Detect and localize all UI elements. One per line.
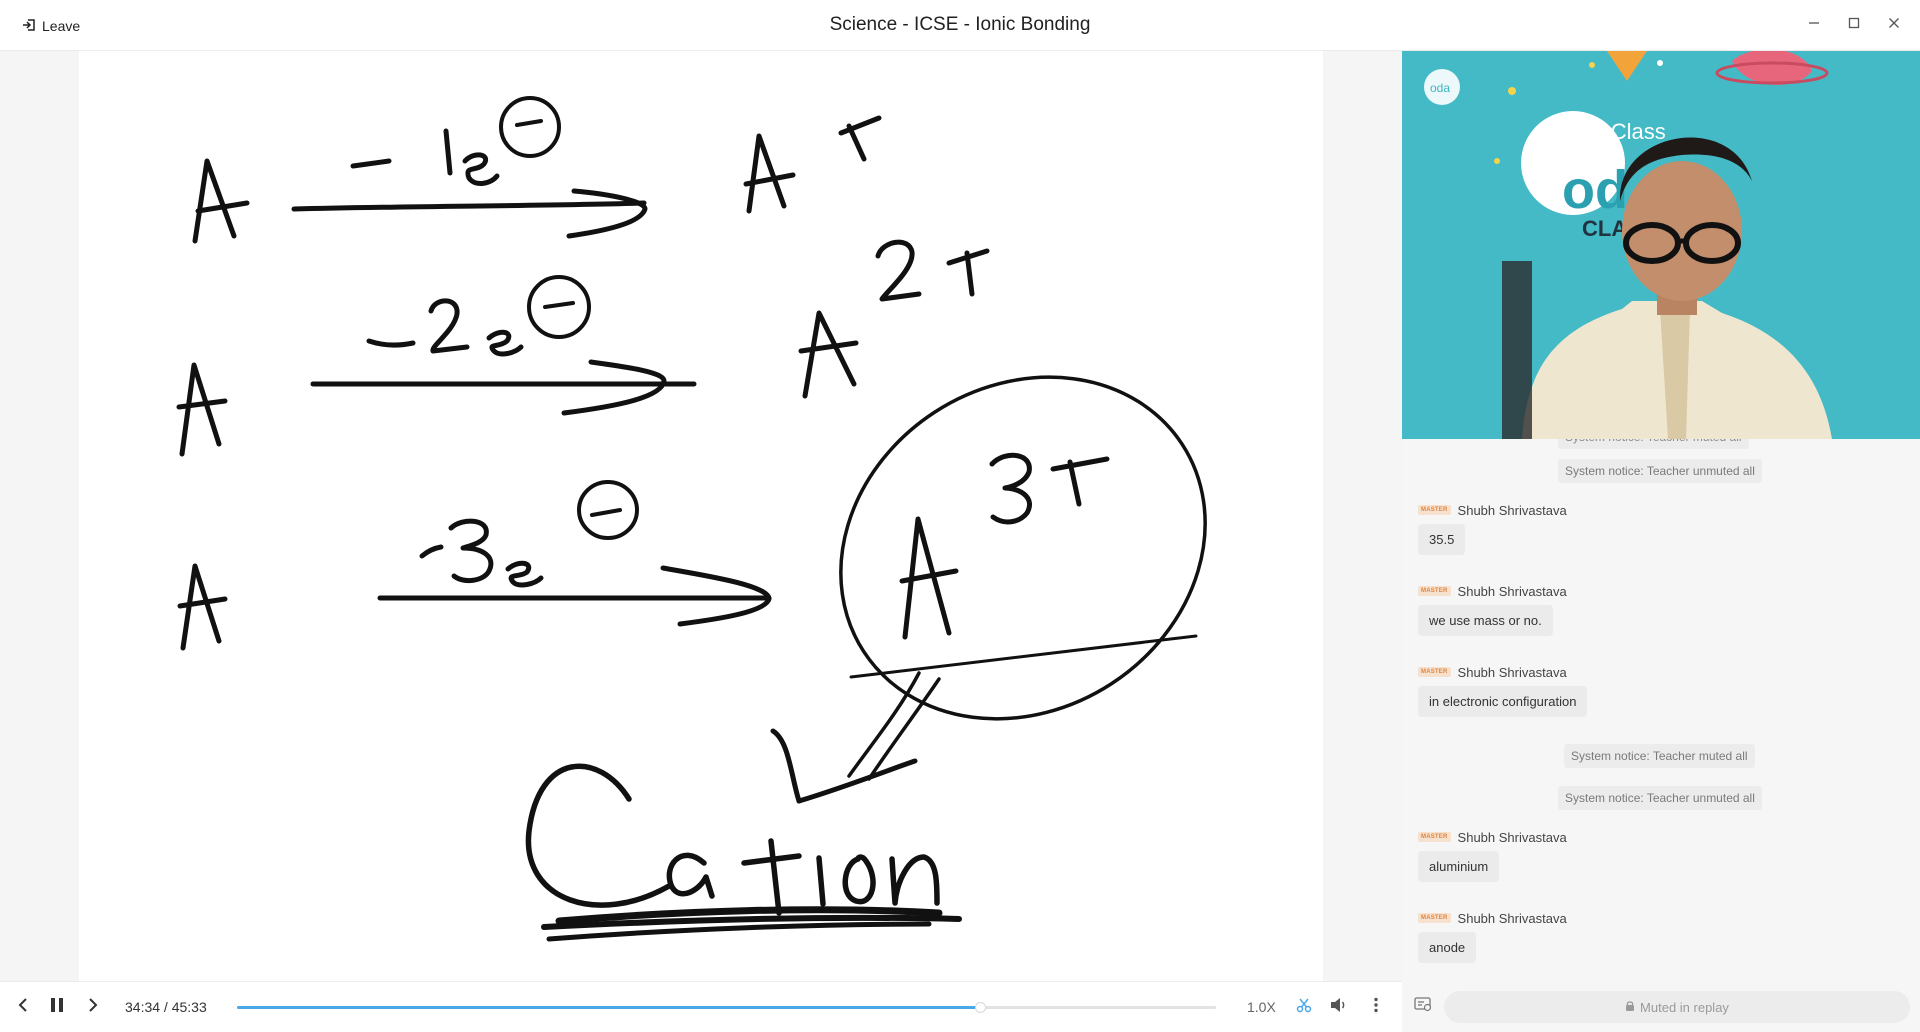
scissors-icon bbox=[1296, 997, 1312, 1018]
message-sender: MASTER Shubh Shrivastava bbox=[1418, 829, 1567, 845]
progress-handle[interactable] bbox=[975, 1002, 987, 1013]
maximize-button[interactable] bbox=[1842, 13, 1866, 37]
sender-name: Shubh Shrivastava bbox=[1457, 829, 1567, 845]
side-panel: Oda Class oda od CLAS System notice: Tea… bbox=[1402, 51, 1920, 1032]
equation-row-1 bbox=[192, 96, 882, 244]
whiteboard-stage bbox=[0, 51, 1402, 981]
arrow-to-cation bbox=[770, 671, 941, 804]
sender-name: Shubh Shrivastava bbox=[1457, 502, 1567, 518]
minimize-icon bbox=[1808, 16, 1820, 34]
previous-button[interactable] bbox=[11, 995, 35, 1019]
window-title: Science - ICSE - Ionic Bonding bbox=[829, 14, 1091, 35]
progress-fill bbox=[237, 1006, 981, 1009]
classroom-replay-window: Leave Science - ICSE - Ionic Bonding Oda… bbox=[0, 0, 1920, 1032]
system-notice: System notice: Teacher muted all bbox=[1558, 439, 1749, 449]
message-bubble: we use mass or no. bbox=[1418, 605, 1553, 636]
next-button[interactable] bbox=[81, 995, 105, 1019]
master-badge: MASTER bbox=[1418, 832, 1451, 842]
master-badge: MASTER bbox=[1418, 505, 1451, 515]
chat-input-disabled: Muted in replay bbox=[1444, 991, 1910, 1023]
playback-bar: 34:34 / 45:33 1.0X bbox=[0, 981, 1402, 1032]
maximize-icon bbox=[1848, 16, 1860, 34]
title-bar: Leave Science - ICSE - Ionic Bonding bbox=[0, 0, 1920, 51]
video-backdrop-text-1: od bbox=[1562, 160, 1628, 220]
chat-messages[interactable]: System notice: Teacher muted all System … bbox=[1402, 439, 1920, 979]
master-badge: MASTER bbox=[1418, 913, 1451, 923]
system-notice: System notice: Teacher unmuted all bbox=[1558, 459, 1762, 483]
equation-row-2 bbox=[176, 239, 990, 457]
message-sender: MASTER Shubh Shrivastava bbox=[1418, 583, 1567, 599]
handwriting-canvas bbox=[176, 96, 1207, 942]
system-notice: System notice: Teacher unmuted all bbox=[1558, 786, 1762, 810]
progress-bar[interactable] bbox=[237, 1002, 1216, 1013]
system-notice: System notice: Teacher muted all bbox=[1564, 744, 1755, 768]
chat-settings-icon[interactable] bbox=[1414, 996, 1432, 1017]
pause-icon bbox=[50, 997, 64, 1018]
sender-name: Shubh Shrivastava bbox=[1457, 664, 1567, 680]
svg-text:oda: oda bbox=[1430, 81, 1450, 95]
more-options-button[interactable] bbox=[1364, 995, 1388, 1019]
message-sender: MASTER Shubh Shrivastava bbox=[1418, 664, 1567, 680]
sender-name: Shubh Shrivastava bbox=[1457, 583, 1567, 599]
prev-icon bbox=[17, 997, 29, 1018]
clip-button[interactable] bbox=[1292, 995, 1316, 1019]
sender-name: Shubh Shrivastava bbox=[1457, 910, 1567, 926]
video-brand-text: Oda Class bbox=[1563, 119, 1666, 144]
muted-label: Muted in replay bbox=[1640, 999, 1729, 1015]
master-badge: MASTER bbox=[1418, 667, 1451, 677]
message-bubble: in electronic configuration bbox=[1418, 686, 1588, 717]
volume-icon bbox=[1330, 997, 1348, 1018]
message-sender: MASTER Shubh Shrivastava bbox=[1418, 502, 1567, 518]
next-icon bbox=[87, 997, 99, 1018]
minimize-button[interactable] bbox=[1802, 13, 1826, 37]
close-window-button[interactable] bbox=[1882, 13, 1906, 37]
teacher-video[interactable]: Oda Class oda od CLAS bbox=[1402, 51, 1920, 439]
more-icon bbox=[1374, 997, 1378, 1018]
message-bubble: 35.5 bbox=[1418, 524, 1466, 555]
message-sender: MASTER Shubh Shrivastava bbox=[1418, 910, 1567, 926]
teacher-video-frame: Oda Class oda od CLAS bbox=[1402, 51, 1920, 439]
whiteboard bbox=[79, 51, 1323, 981]
equation-row-3 bbox=[177, 480, 772, 651]
cation-heading bbox=[525, 763, 962, 942]
pause-button[interactable] bbox=[45, 995, 69, 1019]
close-icon bbox=[1888, 16, 1900, 34]
master-badge: MASTER bbox=[1418, 586, 1451, 596]
message-bubble: aluminium bbox=[1418, 851, 1500, 882]
playback-time: 34:34 / 45:33 bbox=[125, 999, 207, 1015]
speed-button[interactable]: 1.0X bbox=[1247, 999, 1276, 1015]
lock-icon bbox=[1625, 1000, 1635, 1015]
volume-button[interactable] bbox=[1327, 995, 1351, 1019]
message-bubble: anode bbox=[1418, 932, 1477, 963]
chat-input-bar: Muted in replay bbox=[1402, 979, 1920, 1032]
